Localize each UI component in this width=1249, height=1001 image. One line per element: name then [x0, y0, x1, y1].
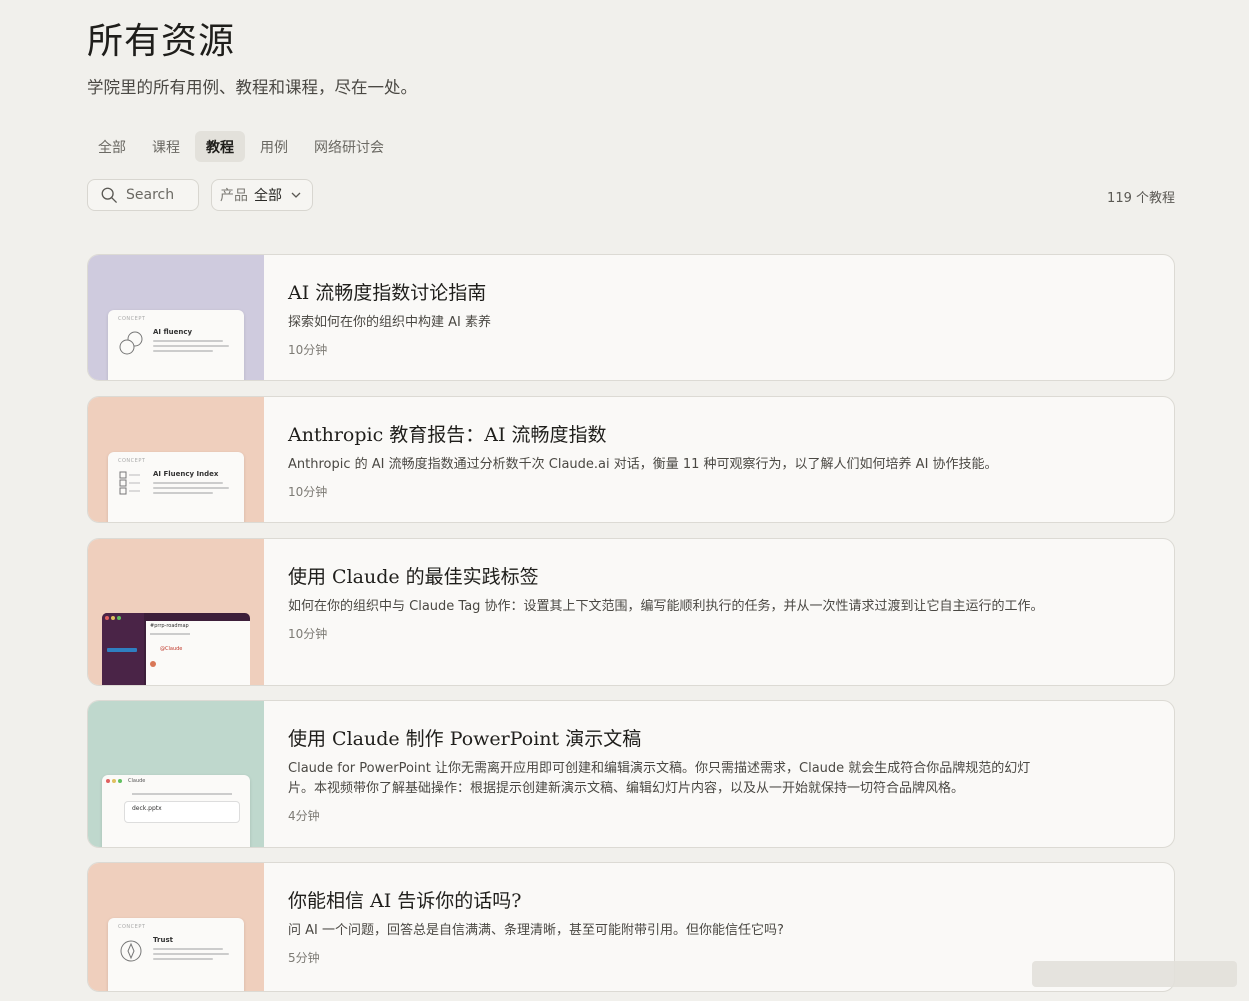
tutorial-card[interactable]: #prrp-roadmap @Claude 使用 Claude 的最佳实践标签 … — [87, 538, 1175, 686]
thumbnail-kicker: #prrp-roadmap — [150, 623, 189, 629]
filter-label: 产品 — [220, 188, 248, 204]
card-thumbnail: Claude deck.pptx — [88, 701, 264, 847]
filter-value: 全部 — [254, 188, 282, 204]
tutorial-card[interactable]: CONCEPT AI Fluency Index Anthropic 教育报告：… — [87, 396, 1175, 523]
thumbnail-preview: CONCEPT Trust — [108, 918, 244, 991]
card-description: 问 AI 一个问题，回答总是自信满满、条理清晰，甚至可能附带引用。但你能信任它吗… — [288, 923, 784, 938]
tab-use-cases[interactable]: 用例 — [249, 131, 299, 162]
thumbnail-title: deck.pptx — [132, 805, 162, 812]
card-title: AI 流畅度指数讨论指南 — [288, 282, 487, 304]
thumbnail-preview: Claude deck.pptx — [102, 775, 250, 847]
card-thumbnail: #prrp-roadmap @Claude — [88, 539, 264, 685]
tab-all[interactable]: 全部 — [87, 131, 137, 162]
product-filter-dropdown[interactable]: 产品 全部 — [211, 179, 313, 211]
compass-icon — [120, 940, 142, 962]
thumbnail-kicker: Claude — [128, 778, 146, 784]
card-description: Claude for PowerPoint 让你无需离开应用即可创建和编辑演示文… — [288, 761, 1031, 796]
card-description: 探索如何在你的组织中构建 AI 素养 — [288, 315, 491, 330]
card-title: 使用 Claude 制作 PowerPoint 演示文稿 — [288, 728, 642, 750]
card-duration: 10分钟 — [288, 627, 328, 641]
thumbnail-title: @Claude — [160, 646, 183, 652]
search-placeholder: Search — [126, 187, 175, 203]
thumbnail-kicker: CONCEPT — [118, 458, 146, 464]
card-duration: 10分钟 — [288, 343, 328, 357]
tab-tutorials[interactable]: 教程 — [195, 131, 245, 162]
card-thumbnail: CONCEPT AI Fluency Index — [88, 397, 264, 522]
thumbnail-kicker: CONCEPT — [118, 924, 146, 930]
thumbnail-title: AI Fluency Index — [153, 470, 219, 478]
card-title: 你能相信 AI 告诉你的话吗? — [288, 890, 522, 912]
card-description: 如何在你的组织中与 Claude Tag 协作：设置其上下文范围，编写能顺利执行… — [288, 599, 1044, 614]
thumbnail-preview: CONCEPT AI Fluency Index — [108, 452, 244, 522]
search-icon — [101, 187, 117, 203]
thumbnail-title: Trust — [153, 936, 173, 944]
checklist-icon — [119, 471, 140, 495]
tab-webinars[interactable]: 网络研讨会 — [303, 131, 395, 162]
chevron-down-icon — [291, 192, 301, 198]
card-duration: 5分钟 — [288, 951, 320, 965]
filter-tabs: 全部 课程 教程 用例 网络研讨会 — [87, 131, 395, 162]
card-duration: 10分钟 — [288, 485, 328, 499]
chat-bubbles-icon — [119, 331, 143, 355]
thumbnail-title: AI fluency — [153, 328, 193, 336]
search-input[interactable]: Search — [87, 179, 199, 211]
thumbnail-preview: CONCEPT AI fluency — [108, 310, 244, 380]
tutorial-card[interactable]: CONCEPT AI fluency AI 流畅度指数讨论指南 探索如何在你的组… — [87, 254, 1175, 381]
card-description: Anthropic 的 AI 流畅度指数通过分析数千次 Claude.ai 对话… — [288, 457, 998, 472]
card-title: 使用 Claude 的最佳实践标签 — [288, 566, 539, 588]
card-thumbnail: CONCEPT AI fluency — [88, 255, 264, 380]
tutorial-card[interactable]: Claude deck.pptx 使用 Claude 制作 PowerPoint… — [87, 700, 1175, 848]
thumbnail-kicker: CONCEPT — [118, 316, 146, 322]
page-title: 所有资源 — [87, 21, 236, 62]
card-thumbnail: CONCEPT Trust — [88, 863, 264, 991]
result-count: 119 个教程 — [1107, 191, 1175, 206]
tutorial-card[interactable]: CONCEPT Trust 你能相信 AI 告诉你的话吗? 问 AI 一个问题，… — [87, 862, 1175, 992]
thumbnail-preview: #prrp-roadmap @Claude — [102, 613, 250, 685]
card-duration: 4分钟 — [288, 809, 320, 823]
page-subtitle: 学院里的所有用例、教程和课程，尽在一处。 — [87, 78, 417, 97]
horizontal-scrollbar[interactable] — [1032, 961, 1237, 987]
card-title: Anthropic 教育报告：AI 流畅度指数 — [288, 424, 607, 446]
tab-courses[interactable]: 课程 — [141, 131, 191, 162]
